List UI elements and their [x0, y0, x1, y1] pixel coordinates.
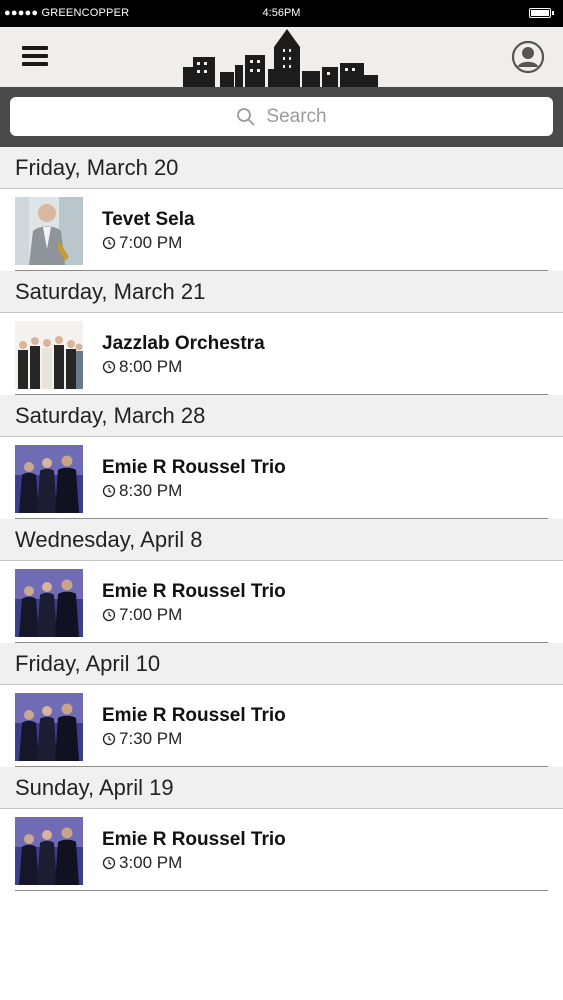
event-row[interactable]: Tevet Sela 7:00 PM: [0, 189, 563, 271]
user-profile-icon[interactable]: [511, 40, 545, 74]
event-time-label: 7:30 PM: [119, 729, 183, 748]
event-time: 8:30 PM: [102, 481, 182, 501]
search-input[interactable]: Search: [10, 97, 553, 136]
date-header: Sunday, April 19: [0, 767, 563, 809]
event-thumbnail: [15, 321, 83, 389]
event-title: Emie R Roussel Trio: [102, 829, 286, 850]
event-thumbnail: [15, 569, 83, 637]
event-thumbnail: [15, 693, 83, 761]
event-time-label: 7:00 PM: [119, 605, 183, 624]
event-thumbnail: [15, 445, 83, 513]
city-skyline-logo: [183, 29, 378, 87]
clock-icon: [102, 856, 116, 870]
event-thumbnail: [15, 197, 83, 265]
event-time-label: 8:00 PM: [119, 357, 183, 376]
event-row[interactable]: Jazzlab Orchestra 8:00 PM: [0, 313, 563, 395]
date-header: Friday, April 10: [0, 643, 563, 685]
event-time: 8:00 PM: [102, 357, 182, 377]
event-title: Emie R Roussel Trio: [102, 705, 286, 726]
event-time: 7:00 PM: [102, 605, 182, 625]
battery-icon: [529, 8, 554, 18]
hamburger-menu-icon[interactable]: [22, 46, 48, 66]
clock-icon: [102, 236, 116, 250]
event-row[interactable]: Emie R Roussel Trio 8:30 PM: [0, 437, 563, 519]
event-title: Tevet Sela: [102, 209, 195, 230]
event-title: Emie R Roussel Trio: [102, 581, 286, 602]
status-time: 4:56PM: [262, 7, 301, 19]
event-time-label: 8:30 PM: [119, 481, 183, 500]
search-band: Search: [0, 87, 563, 147]
event-thumbnail: [15, 817, 83, 885]
date-header: Wednesday, April 8: [0, 519, 563, 561]
event-time: 7:00 PM: [102, 233, 182, 253]
event-row[interactable]: Emie R Roussel Trio 7:30 PM: [0, 685, 563, 767]
event-time-label: 7:00 PM: [119, 233, 183, 252]
event-title: Jazzlab Orchestra: [102, 333, 265, 354]
event-list: Friday, March 20 Tevet Sela 7:00 PM Satu…: [0, 147, 563, 891]
clock-icon: [102, 608, 116, 622]
date-header: Saturday, March 28: [0, 395, 563, 437]
event-row[interactable]: Emie R Roussel Trio 3:00 PM: [0, 809, 563, 891]
clock-icon: [102, 484, 116, 498]
date-header: Friday, March 20: [0, 147, 563, 189]
event-time-label: 3:00 PM: [119, 853, 183, 872]
event-time: 3:00 PM: [102, 853, 182, 873]
event-time: 7:30 PM: [102, 729, 182, 749]
date-header: Saturday, March 21: [0, 271, 563, 313]
status-bar: ●●●●● GREENCOPPER 4:56PM: [0, 0, 563, 27]
search-icon: [237, 107, 256, 126]
event-row[interactable]: Emie R Roussel Trio 7:00 PM: [0, 561, 563, 643]
clock-icon: [102, 360, 116, 374]
search-placeholder: Search: [266, 105, 327, 127]
clock-icon: [102, 732, 116, 746]
app-header: [0, 27, 563, 87]
event-title: Emie R Roussel Trio: [102, 457, 286, 478]
